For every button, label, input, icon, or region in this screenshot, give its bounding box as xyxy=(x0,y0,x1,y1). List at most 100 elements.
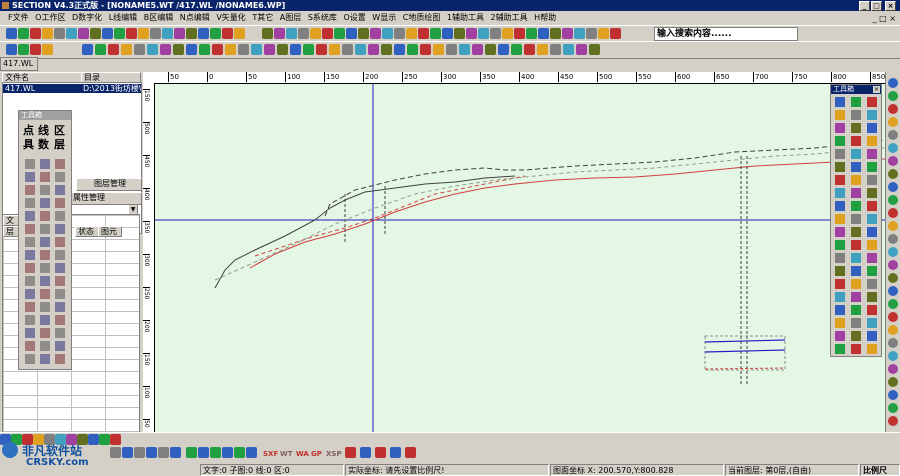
toolbar1b-tool-icon[interactable] xyxy=(586,28,597,39)
toolbar1b-tool-icon[interactable] xyxy=(466,28,477,39)
toolbar1b-tool-icon[interactable] xyxy=(346,28,357,39)
toolbox-left-tool-icon[interactable] xyxy=(40,354,50,364)
menu-file[interactable]: F文件 xyxy=(8,13,29,22)
toolbar1-tool-icon[interactable] xyxy=(222,28,233,39)
toolbox-right-tool-icon[interactable] xyxy=(835,318,845,328)
toolbox-left-tool-icon[interactable] xyxy=(25,172,35,182)
toolbar2b-tool-icon[interactable] xyxy=(446,44,457,55)
toolbox-right-tool-icon[interactable] xyxy=(835,305,845,315)
toolbox-right-tool-icon[interactable] xyxy=(851,201,861,211)
toolbox-right-tool-icon[interactable] xyxy=(851,123,861,133)
toolbox-left-tool-icon[interactable] xyxy=(55,224,65,234)
toolbox-left-tool-icon[interactable] xyxy=(55,250,65,260)
toolbox-right-tool-icon[interactable] xyxy=(867,97,877,107)
bottom-row2-tool-icon[interactable] xyxy=(210,447,221,458)
right-strip-tool-icon[interactable] xyxy=(888,156,898,166)
toolbox-left-tool-icon[interactable] xyxy=(25,211,35,221)
toolbar1b-tool-icon[interactable] xyxy=(574,28,585,39)
toolbox-data-button[interactable]: 数 xyxy=(38,139,49,151)
toolbar1b-tool-icon[interactable] xyxy=(406,28,417,39)
toolbox-left-tool-icon[interactable] xyxy=(55,315,65,325)
toolbar1-tool-icon[interactable] xyxy=(198,28,209,39)
toolbox-right-tool-icon[interactable] xyxy=(851,344,861,354)
toolbar1b-tool-icon[interactable] xyxy=(454,28,465,39)
right-strip-tool-icon[interactable] xyxy=(888,299,898,309)
right-strip-tool-icon[interactable] xyxy=(888,143,898,153)
mdi-controls[interactable]: _ □ × xyxy=(873,12,896,26)
toolbox-line-button[interactable]: 线 xyxy=(38,125,49,137)
bottom-row2b-tool-icon[interactable] xyxy=(390,447,401,458)
toolbox-left-tool-icon[interactable] xyxy=(25,315,35,325)
wt-button[interactable]: WT xyxy=(280,448,293,461)
toolbar2b-tool-icon[interactable] xyxy=(264,44,275,55)
toolbox-right-tool-icon[interactable] xyxy=(835,214,845,224)
right-strip-tool-icon[interactable] xyxy=(888,91,898,101)
toolbar2b-tool-icon[interactable] xyxy=(381,44,392,55)
toolbar1b-tool-icon[interactable] xyxy=(286,28,297,39)
close-button[interactable]: × xyxy=(885,1,896,11)
toolbar1-tool-icon[interactable] xyxy=(150,28,161,39)
bottom-row2b-tool-icon[interactable] xyxy=(405,447,416,458)
toolbar2b-tool-icon[interactable] xyxy=(511,44,522,55)
toolbox-left-tool-icon[interactable] xyxy=(40,276,50,286)
toolbox-right-tool-icon[interactable] xyxy=(867,175,877,185)
toolbox-right-tool-icon[interactable] xyxy=(835,227,845,237)
minimize-button[interactable]: _ xyxy=(859,1,870,11)
bottom-row2-tool-icon[interactable] xyxy=(186,447,197,458)
toolbar1b-tool-icon[interactable] xyxy=(562,28,573,39)
toolbar2-tool-icon[interactable] xyxy=(18,44,29,55)
right-strip-tool-icon[interactable] xyxy=(888,312,898,322)
toolbar2b-tool-icon[interactable] xyxy=(498,44,509,55)
toolbox-right-tool-icon[interactable] xyxy=(851,136,861,146)
drawing-canvas[interactable] xyxy=(155,84,885,432)
toolbox-right-tool-icon[interactable] xyxy=(851,227,861,237)
bottom-row2-tool-icon[interactable] xyxy=(222,447,233,458)
menu-line-edit[interactable]: L线编辑 xyxy=(109,13,137,22)
toolbar2b-tool-icon[interactable] xyxy=(277,44,288,55)
menu-workspace[interactable]: O工作区 xyxy=(35,13,65,22)
toolbox-left-tool-icon[interactable] xyxy=(40,237,50,247)
sxf-button[interactable]: SXF xyxy=(263,448,278,461)
toolbox-left-tool-icon[interactable] xyxy=(25,250,35,260)
toolbox-left-tool-icon[interactable] xyxy=(25,289,35,299)
status-scale[interactable]: 比例尺 xyxy=(860,464,900,476)
toolbox-right-tool-icon[interactable] xyxy=(867,305,877,315)
toolbar2b-tool-icon[interactable] xyxy=(368,44,379,55)
toolbar2b-tool-icon[interactable] xyxy=(147,44,158,55)
toolbar1b-tool-icon[interactable] xyxy=(322,28,333,39)
toolbar1-tool-icon[interactable] xyxy=(210,28,221,39)
bottom-row2b-tool-icon[interactable] xyxy=(345,447,356,458)
toolbar1b-tool-icon[interactable] xyxy=(382,28,393,39)
bottom-row2-tool-icon[interactable] xyxy=(234,447,245,458)
toolbox-right-tool-icon[interactable] xyxy=(835,266,845,276)
toolbox-left-tool-icon[interactable] xyxy=(25,276,35,286)
toolbar1b-tool-icon[interactable] xyxy=(418,28,429,39)
right-strip-tool-icon[interactable] xyxy=(888,286,898,296)
toolbar1b-tool-icon[interactable] xyxy=(490,28,501,39)
toolbar2b-tool-icon[interactable] xyxy=(82,44,93,55)
toolbar2b-tool-icon[interactable] xyxy=(524,44,535,55)
toolbox-right-tool-icon[interactable] xyxy=(851,331,861,341)
toolbox-left-tool-icon[interactable] xyxy=(25,224,35,234)
toolbox-right-tool-icon[interactable] xyxy=(835,149,845,159)
menu-area-edit[interactable]: B区编辑 xyxy=(144,13,174,22)
toolbox-left-tool-icon[interactable] xyxy=(40,211,50,221)
bottom-row2b-tool-icon[interactable] xyxy=(360,447,371,458)
toolbox-left-tool-icon[interactable] xyxy=(55,354,65,364)
toolbox-right-tool-icon[interactable] xyxy=(867,136,877,146)
menu-other[interactable]: T其它 xyxy=(252,13,273,22)
right-strip-tool-icon[interactable] xyxy=(888,390,898,400)
toolbox-right-tool-icon[interactable] xyxy=(835,240,845,250)
toolbox-right-tool-icon[interactable] xyxy=(851,266,861,276)
toolbar1-tool-icon[interactable] xyxy=(114,28,125,39)
toolbox-left-tool-icon[interactable] xyxy=(40,198,50,208)
file-tab[interactable]: 417.WL xyxy=(0,57,38,71)
toolbar2b-tool-icon[interactable] xyxy=(121,44,132,55)
toolbox-right-tool-icon[interactable] xyxy=(835,97,845,107)
toolbox-right-tool-icon[interactable] xyxy=(835,110,845,120)
menu-aux-tools-1[interactable]: 1辅助工具 xyxy=(447,13,484,22)
search-input[interactable]: 输入搜索内容...... xyxy=(654,27,798,41)
toolbar2b-tool-icon[interactable] xyxy=(225,44,236,55)
toolbox-right-tool-icon[interactable] xyxy=(851,175,861,185)
toolbar1b-tool-icon[interactable] xyxy=(358,28,369,39)
